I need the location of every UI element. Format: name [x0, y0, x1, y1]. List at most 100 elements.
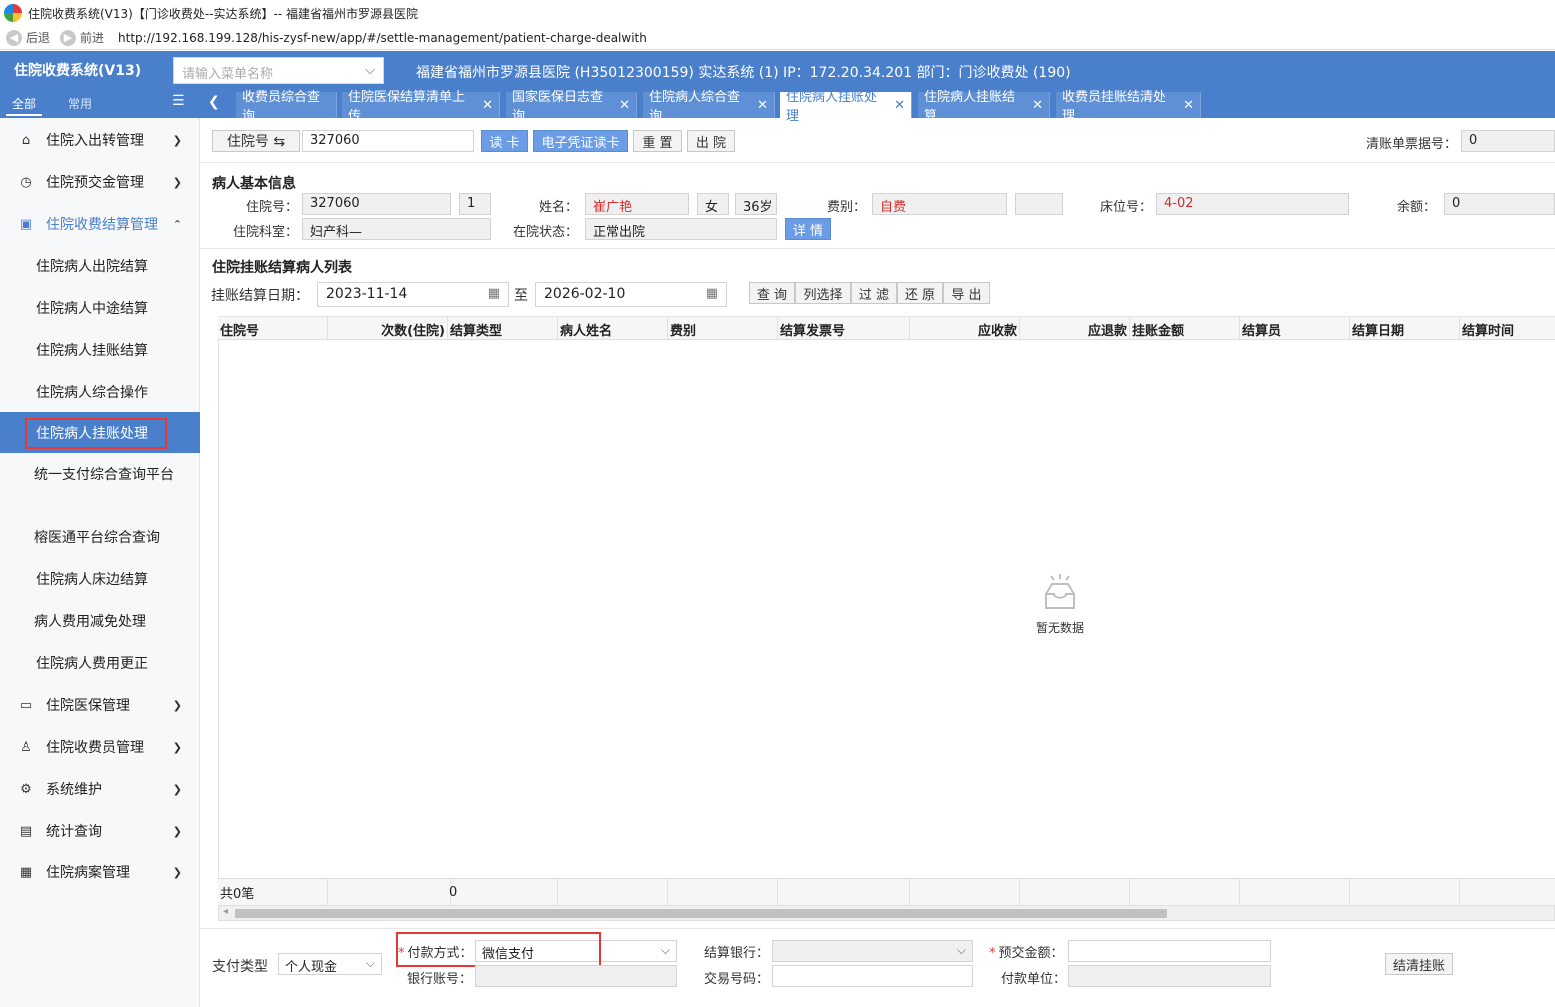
pay-unit-input[interactable] [1068, 965, 1271, 987]
settle-bank-select[interactable]: ⌵ [772, 940, 973, 962]
url-field[interactable]: http://192.168.199.128/his-zysf-new/app/… [118, 31, 647, 45]
discharge-button[interactable]: 出 院 [687, 130, 735, 152]
inpatient-no-toggle-button[interactable]: 住院号 ⇆ [212, 130, 300, 152]
pay-method-select[interactable]: 微信支付 ⌵ [475, 940, 677, 962]
read-card-button[interactable]: 读 卡 [481, 130, 528, 152]
column-header[interactable]: 结算日期 [1350, 317, 1460, 341]
calendar-icon[interactable]: ▦ [488, 286, 500, 301]
scrollbar-thumb[interactable] [235, 909, 1167, 918]
age-field: 36岁 [735, 193, 777, 215]
date-range-label: 挂账结算日期： [211, 288, 309, 304]
sidebar-item-comprehensive-operation[interactable]: 住院病人综合操作 [0, 371, 200, 412]
inpatient-no-input[interactable]: 327060 [302, 130, 474, 152]
footer-cell [1130, 879, 1240, 906]
sidebar-group-records[interactable]: ▦ 住院病案管理 ❯ [0, 851, 200, 893]
back-button[interactable]: ◀ 后退 [6, 29, 50, 46]
column-header[interactable]: 应收款 [910, 317, 1020, 341]
table-header: 住院号 次数(住院) 结算类型 病人姓名 费别 结算发票号 应收款 应退款 挂账… [218, 316, 1555, 341]
tab-cashier-credit-clear[interactable]: 收费员挂账结清处理 ✕ [1056, 90, 1201, 124]
sidebar-item-credit-processing[interactable]: 住院病人挂账处理 [0, 412, 200, 453]
reset-button[interactable]: 重 置 [633, 130, 682, 152]
bank-account-input[interactable] [475, 965, 677, 987]
sidebar-group-settlement[interactable]: ▣ 住院收费结算管理 ⌃ [0, 203, 200, 245]
pay-type-select[interactable]: 个人现金 ⌵ [278, 953, 382, 975]
chevron-down-icon: ❯ [172, 782, 182, 796]
footer-count: 共0笔 [218, 879, 328, 906]
sidebar-group-maintenance[interactable]: ⚙ 系统维护 ❯ [0, 768, 200, 810]
date-to-input[interactable]: 2026-02-10 ▦ [535, 282, 727, 307]
tab-insurance-upload[interactable]: 住院医保结算清单上传 ✕ [342, 90, 500, 124]
column-header[interactable]: 病人姓名 [558, 317, 668, 341]
column-select-button[interactable]: 列选择 [795, 282, 851, 304]
filter-button[interactable]: 过 滤 [851, 282, 897, 304]
menu-search-input[interactable]: 请输入菜单名称 ⌵ [173, 57, 384, 84]
chevron-down-icon: ⌵ [956, 943, 966, 957]
address-bar: ◀ 后退 ▶ 前进 http://192.168.199.128/his-zysf-… [0, 26, 1555, 50]
pay-type-label: 支付类型 [212, 959, 268, 975]
forward-button[interactable]: ▶ 前进 [60, 29, 104, 46]
prepay-amount-input[interactable] [1068, 940, 1271, 962]
tab-credit-processing[interactable]: 住院病人挂账处理 ✕ [780, 90, 912, 124]
export-button[interactable]: 导 出 [943, 282, 990, 304]
close-icon[interactable]: ✕ [482, 98, 493, 113]
sidebar-group-deposit[interactable]: ◷ 住院预交金管理 ❯ [0, 161, 200, 203]
sidebar-item-rongyitong-query[interactable]: 榕医通平台综合查询 [0, 516, 200, 558]
sidebar-item-midway-settlement[interactable]: 住院病人中途结算 [0, 287, 200, 329]
date-to-separator: 至 [514, 288, 528, 304]
column-header[interactable]: 结算员 [1240, 317, 1350, 341]
date-from-input[interactable]: 2023-11-14 ▦ [317, 282, 509, 307]
chevron-down-icon: ❯ [172, 698, 182, 712]
detail-button[interactable]: 详 情 [785, 218, 831, 240]
table-body [218, 340, 1555, 878]
tab-cashier-query[interactable]: 收费员综合查询 [236, 90, 337, 124]
calendar-icon[interactable]: ▦ [706, 286, 718, 301]
tab-credit-settlement[interactable]: 住院病人挂账结算 ✕ [918, 90, 1050, 124]
sidebar-item-fee-correction[interactable]: 住院病人费用更正 [0, 642, 200, 684]
sidebar-item-credit-settlement[interactable]: 住院病人挂账结算 [0, 329, 200, 371]
sidebar-group-admission[interactable]: ⌂ 住院入出转管理 ❯ [0, 119, 200, 161]
query-button[interactable]: 查 询 [749, 282, 795, 304]
admission-times-field: 1 [459, 193, 491, 215]
settle-bank-label: 结算银行： [704, 946, 770, 961]
sidebar-tab-all[interactable]: 全部 [6, 93, 43, 116]
status-label: 在院状态： [512, 225, 578, 240]
sidebar-group-statistics[interactable]: ▤ 统计查询 ❯ [0, 810, 200, 852]
column-header[interactable]: 应退款 [1020, 317, 1130, 341]
bank-account-label: 银行账号： [407, 972, 473, 987]
divider [200, 248, 1555, 249]
close-icon[interactable]: ✕ [757, 98, 768, 113]
name-label: 姓名： [538, 200, 578, 215]
menu-collapse-icon[interactable]: ☰ [172, 93, 185, 109]
close-icon[interactable]: ✕ [619, 98, 630, 113]
tab-insurance-log[interactable]: 国家医保日志查询 ✕ [506, 90, 637, 124]
horizontal-scrollbar[interactable]: ◂ [218, 905, 1555, 921]
sidebar-group-cashier[interactable]: ♙ 住院收费员管理 ❯ [0, 726, 200, 768]
column-header[interactable]: 结算类型 [448, 317, 558, 341]
trade-no-label: 交易号码： [704, 972, 770, 987]
column-header[interactable]: 次数(住院) [328, 317, 448, 341]
close-icon[interactable]: ✕ [1032, 98, 1043, 113]
chevron-left-icon[interactable]: ❮ [208, 94, 220, 110]
e-voucher-read-button[interactable]: 电子凭证读卡 [533, 130, 628, 152]
sidebar-item-discharge-settlement[interactable]: 住院病人出院结算 [0, 245, 200, 287]
column-header[interactable]: 挂账金额 [1130, 317, 1240, 341]
empty-box-icon [1045, 574, 1075, 609]
chevron-up-icon: ⌃ [172, 217, 182, 231]
restore-button[interactable]: 还 原 [897, 282, 943, 304]
column-header[interactable]: 结算发票号 [778, 317, 910, 341]
column-header[interactable]: 结算时间 [1460, 317, 1555, 341]
sidebar-tab-common[interactable]: 常用 [62, 93, 98, 114]
column-header[interactable]: 住院号 [218, 317, 328, 341]
close-icon[interactable]: ✕ [894, 98, 905, 113]
sidebar-group-insurance[interactable]: ▭ 住院医保管理 ❯ [0, 684, 200, 726]
column-header[interactable]: 费别 [668, 317, 778, 341]
sidebar-item-bedside-settlement[interactable]: 住院病人床边结算 [0, 558, 200, 600]
pay-unit-label: 付款单位： [1001, 972, 1067, 987]
tab-inpatient-query[interactable]: 住院病人综合查询 ✕ [643, 90, 775, 124]
sidebar-item-fee-reduction[interactable]: 病人费用减免处理 [0, 600, 200, 642]
sidebar-item-unified-payment-query[interactable]: 统一支付综合查询平台 [0, 458, 200, 508]
scroll-left-icon[interactable]: ◂ [223, 906, 228, 917]
settle-credit-button[interactable]: 结清挂账 [1385, 953, 1453, 975]
trade-no-input[interactable] [772, 965, 973, 987]
close-icon[interactable]: ✕ [1183, 98, 1194, 113]
